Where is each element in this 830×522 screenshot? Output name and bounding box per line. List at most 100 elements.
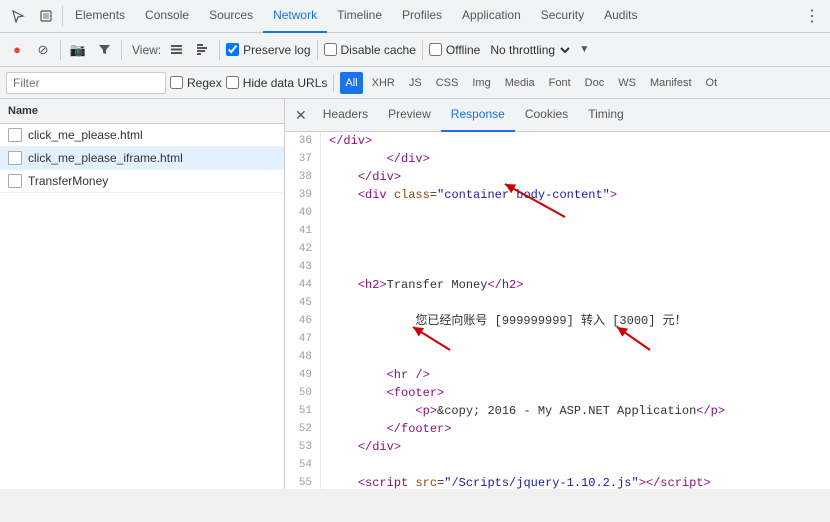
cursor-icon[interactable]: [4, 0, 32, 33]
file-list-item[interactable]: TransferMoney: [0, 170, 284, 193]
tab-console[interactable]: Console: [135, 0, 199, 33]
line-number: 51: [285, 402, 321, 420]
tab-cookies[interactable]: Cookies: [515, 99, 578, 132]
filter-type-manifest[interactable]: Manifest: [645, 72, 697, 94]
disable-cache-checkbox[interactable]: Disable cache: [324, 43, 416, 57]
line-number: 52: [285, 420, 321, 438]
toolbar: ● ⊘ 📷 View: Preserve log Disable cache O…: [0, 33, 830, 67]
line-code: <h2>Transfer Money</h2>: [321, 276, 531, 294]
line-code: <div class="container body-content">: [321, 186, 625, 204]
filter-type-media[interactable]: Media: [500, 72, 540, 94]
line-number: 42: [285, 240, 321, 258]
line-code: </footer>: [321, 420, 459, 438]
throttle-dropdown-icon[interactable]: ▼: [579, 44, 589, 55]
preserve-log-checkbox[interactable]: Preserve log: [226, 43, 310, 57]
filter-type-js[interactable]: JS: [404, 72, 427, 94]
panel-close-button[interactable]: ✕: [289, 107, 313, 124]
toolbar-sep-5: [422, 40, 423, 60]
tab-profiles[interactable]: Profiles: [392, 0, 452, 33]
code-line: 44 <h2>Transfer Money</h2>: [285, 276, 830, 294]
code-line: 40: [285, 204, 830, 222]
filter-type-xhr[interactable]: XHR: [367, 72, 400, 94]
offline-input[interactable]: [429, 43, 442, 56]
line-number: 55: [285, 474, 321, 489]
stop-button[interactable]: ⊘: [32, 39, 54, 61]
filter-type-doc[interactable]: Doc: [580, 72, 610, 94]
tab-timeline[interactable]: Timeline: [327, 0, 392, 33]
file-icon: [8, 128, 22, 142]
main-content: Name click_me_please.html click_me_pleas…: [0, 99, 830, 489]
line-number: 41: [285, 222, 321, 240]
filter-sep: [333, 74, 334, 92]
tab-security[interactable]: Security: [531, 0, 594, 33]
code-line: 45: [285, 294, 830, 312]
view-label: View:: [132, 43, 161, 57]
tab-timing[interactable]: Timing: [578, 99, 634, 132]
line-number: 49: [285, 366, 321, 384]
offline-checkbox[interactable]: Offline: [429, 43, 480, 57]
tab-audits[interactable]: Audits: [594, 0, 647, 33]
top-nav-tabs: Elements Console Sources Network Timelin…: [0, 0, 830, 33]
view-waterfall-button[interactable]: [191, 39, 213, 61]
filter-row: Regex Hide data URLs All XHR JS CSS Img …: [0, 67, 830, 99]
code-line: 41: [285, 222, 830, 240]
line-number: 36: [285, 132, 321, 150]
box-icon[interactable]: [32, 0, 60, 33]
throttle-select[interactable]: No throttling Fast 3G Slow 3G Offline: [484, 42, 573, 58]
offline-label: Offline: [446, 43, 480, 57]
view-list-button[interactable]: [165, 39, 187, 61]
regex-input[interactable]: [170, 76, 183, 89]
hide-data-urls-checkbox[interactable]: Hide data URLs: [226, 76, 328, 90]
line-code: <footer>: [321, 384, 452, 402]
code-area-wrapper[interactable]: 36 </div> 37 </div>38 </div>39 <div class=…: [285, 132, 830, 489]
code-line: 42: [285, 240, 830, 258]
more-button[interactable]: ⋮: [798, 6, 826, 26]
preserve-log-label: Preserve log: [243, 43, 310, 57]
line-code: </div>: [321, 438, 409, 456]
line-number: 39: [285, 186, 321, 204]
line-number: 54: [285, 456, 321, 474]
line-number: 43: [285, 258, 321, 276]
code-content: 36 </div> 37 </div>38 </div>39 <div class=…: [285, 132, 830, 489]
file-list-name-column: Name: [8, 105, 38, 117]
disable-cache-input[interactable]: [324, 43, 337, 56]
code-line: 47: [285, 330, 830, 348]
file-list-item[interactable]: click_me_please_iframe.html: [0, 147, 284, 170]
filter-type-other[interactable]: Ot: [701, 72, 723, 94]
tab-preview[interactable]: Preview: [378, 99, 441, 132]
filter-type-img[interactable]: Img: [467, 72, 495, 94]
tab-response[interactable]: Response: [441, 99, 515, 132]
code-line: 37 </div>: [285, 150, 830, 168]
tab-sources[interactable]: Sources: [199, 0, 263, 33]
line-number: 45: [285, 294, 321, 312]
line-number: 50: [285, 384, 321, 402]
filter-input[interactable]: [6, 72, 166, 94]
tab-network[interactable]: Network: [263, 0, 327, 33]
filter-type-font[interactable]: Font: [544, 72, 576, 94]
tab-headers[interactable]: Headers: [313, 99, 378, 132]
line-code: <script src="/Scripts/jquery-1.10.2.js">…: [321, 474, 719, 489]
toolbar-sep-2: [121, 40, 122, 60]
filter-type-ws[interactable]: WS: [613, 72, 641, 94]
regex-checkbox[interactable]: Regex: [170, 76, 222, 90]
camera-button[interactable]: 📷: [67, 39, 89, 61]
record-button[interactable]: ●: [6, 39, 28, 61]
code-line: 55 <script src="/Scripts/jquery-1.10.2.j…: [285, 474, 830, 489]
file-name: click_me_please.html: [28, 128, 143, 142]
file-list-item[interactable]: click_me_please.html: [0, 124, 284, 147]
code-line: 38 </div>: [285, 168, 830, 186]
filter-type-css[interactable]: CSS: [431, 72, 464, 94]
line-code: <hr />: [321, 366, 438, 384]
file-icon: [8, 174, 22, 188]
line-number: 47: [285, 330, 321, 348]
preserve-log-input[interactable]: [226, 43, 239, 56]
filter-type-all[interactable]: All: [340, 72, 362, 94]
code-line: 49 <hr />: [285, 366, 830, 384]
tab-elements[interactable]: Elements: [65, 0, 135, 33]
code-line: 53 </div>: [285, 438, 830, 456]
hide-data-urls-input[interactable]: [226, 76, 239, 89]
tab-application[interactable]: Application: [452, 0, 531, 33]
file-list-panel: Name click_me_please.html click_me_pleas…: [0, 99, 285, 489]
line-number: 46: [285, 312, 321, 330]
filter-button[interactable]: [93, 39, 115, 61]
